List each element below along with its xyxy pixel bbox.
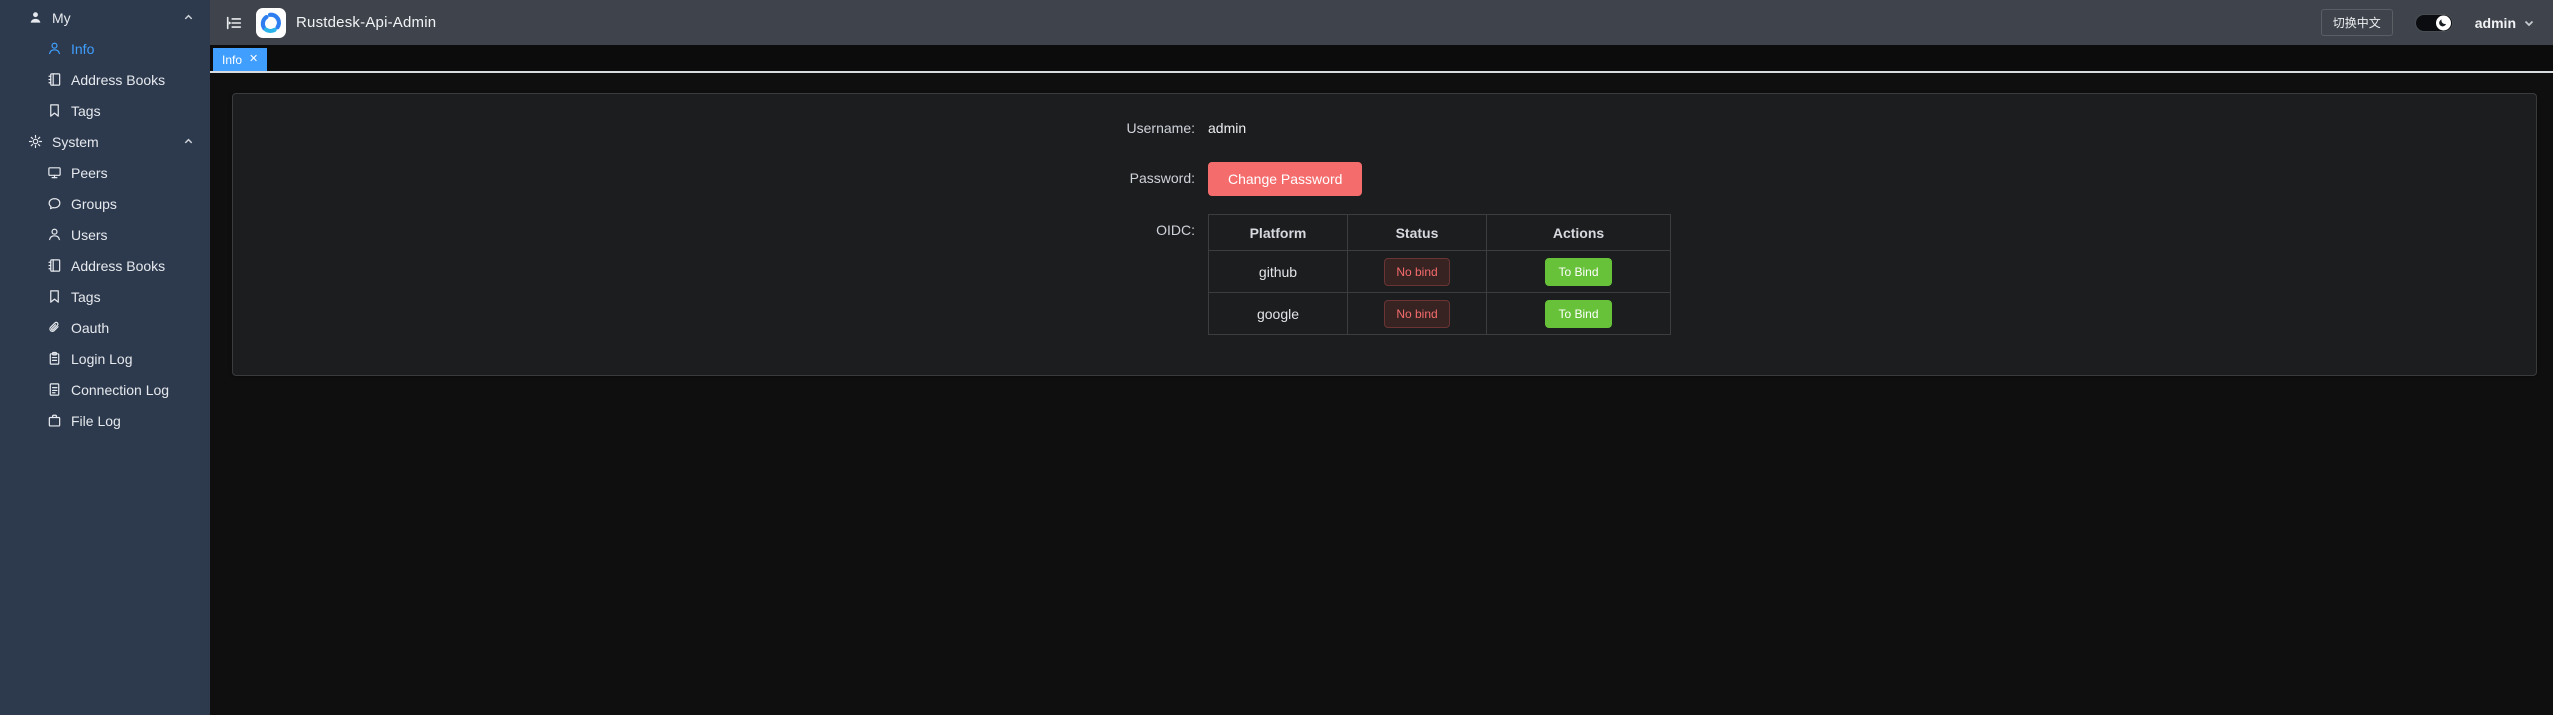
change-password-button[interactable]: Change Password	[1208, 162, 1362, 196]
app-title: Rustdesk-Api-Admin	[296, 14, 436, 31]
sidebar-item-oauth[interactable]: Oauth	[0, 312, 210, 343]
notebook-icon	[47, 72, 62, 87]
oidc-row: OIDC: Platform Status Actions gi	[1098, 214, 1671, 335]
sidebar-section-my[interactable]: My	[0, 2, 210, 33]
sidebar-item-info[interactable]: Info	[0, 33, 210, 64]
sidebar-item-label: Oauth	[71, 320, 109, 336]
sidebar-section-label: System	[52, 134, 99, 150]
sidebar-section-system[interactable]: System	[0, 126, 210, 157]
moon-icon	[2436, 15, 2451, 30]
document-icon	[47, 382, 62, 397]
rustdesk-logo	[256, 8, 286, 38]
password-label: Password:	[1098, 162, 1208, 196]
user-info-form: Username: admin Password: Change Passwor…	[1098, 112, 1671, 335]
sidebar-item-label: Tags	[71, 289, 101, 305]
password-row: Password: Change Password	[1098, 162, 1671, 196]
username-row: Username: admin	[1098, 112, 1671, 144]
oidc-table: Platform Status Actions github No bind	[1208, 214, 1671, 335]
actions-cell: To Bind	[1487, 293, 1671, 335]
sidebar-item-peers[interactable]: Peers	[0, 157, 210, 188]
oidc-table-header-row: Platform Status Actions	[1209, 215, 1671, 251]
username-value: admin	[1208, 120, 1246, 136]
sidebar-item-label: Groups	[71, 196, 117, 212]
actions-cell: To Bind	[1487, 251, 1671, 293]
top-header: Rustdesk-Api-Admin 切换中文 admin	[210, 0, 2553, 45]
user-icon	[47, 41, 62, 56]
sidebar-item-tags-my[interactable]: Tags	[0, 95, 210, 126]
user-dropdown[interactable]: admin	[2475, 15, 2535, 31]
sidebar-item-login-log[interactable]: Login Log	[0, 343, 210, 374]
user-filled-icon	[28, 10, 43, 25]
to-bind-button[interactable]: To Bind	[1545, 258, 1611, 286]
sidebar-menu: My Info Address Books Tags	[0, 0, 210, 436]
chevron-down-icon	[2523, 17, 2535, 29]
sidebar-item-connection-log[interactable]: Connection Log	[0, 374, 210, 405]
username-label: Username:	[1098, 112, 1208, 144]
sidebar-item-users[interactable]: Users	[0, 219, 210, 250]
tab-label: Info	[222, 53, 242, 67]
bookmark-icon	[47, 289, 62, 304]
column-header-status: Status	[1348, 215, 1487, 251]
chevron-up-icon	[183, 136, 194, 147]
sidebar-item-label: Address Books	[71, 72, 165, 88]
header-right-controls: 切换中文 admin	[2321, 9, 2535, 36]
main-content: Username: admin Password: Change Passwor…	[210, 73, 2553, 376]
platform-cell: google	[1209, 293, 1348, 335]
sidebar-item-label: Login Log	[71, 351, 133, 367]
sidebar-item-label: Connection Log	[71, 382, 169, 398]
no-bind-badge: No bind	[1384, 258, 1449, 286]
status-cell: No bind	[1348, 293, 1487, 335]
box-icon	[47, 413, 62, 428]
oidc-label: OIDC:	[1098, 214, 1208, 335]
tab-info[interactable]: Info ✕	[213, 48, 267, 71]
sidebar-item-address-books-my[interactable]: Address Books	[0, 64, 210, 95]
sidebar-item-label: Tags	[71, 103, 101, 119]
gear-icon	[28, 134, 43, 149]
status-cell: No bind	[1348, 251, 1487, 293]
table-row-google: google No bind To Bind	[1209, 293, 1671, 335]
sidebar-item-label: Peers	[71, 165, 108, 181]
sidebar-item-label: Users	[71, 227, 108, 243]
bookmark-icon	[47, 103, 62, 118]
theme-toggle[interactable]	[2415, 14, 2453, 32]
paperclip-icon	[47, 320, 62, 335]
column-header-actions: Actions	[1487, 215, 1671, 251]
clipboard-icon	[47, 351, 62, 366]
column-header-platform: Platform	[1209, 215, 1348, 251]
sidebar-item-groups[interactable]: Groups	[0, 188, 210, 219]
chevron-up-icon	[183, 12, 194, 23]
user-name: admin	[2475, 15, 2516, 31]
tabs-bar: Info ✕	[210, 45, 2553, 73]
sidebar: My Info Address Books Tags	[0, 0, 210, 715]
sidebar-item-label: File Log	[71, 413, 121, 429]
sidebar-item-label: Address Books	[71, 258, 165, 274]
table-row-github: github No bind To Bind	[1209, 251, 1671, 293]
sidebar-item-tags-system[interactable]: Tags	[0, 281, 210, 312]
sidebar-section-label: My	[52, 10, 71, 26]
monitor-icon	[47, 165, 62, 180]
chat-icon	[47, 196, 62, 211]
sidebar-item-file-log[interactable]: File Log	[0, 405, 210, 436]
sidebar-fold-icon[interactable]	[223, 12, 245, 34]
sidebar-item-label: Info	[71, 41, 94, 57]
no-bind-badge: No bind	[1384, 300, 1449, 328]
tab-close-icon[interactable]: ✕	[249, 54, 258, 65]
info-panel: Username: admin Password: Change Passwor…	[232, 93, 2537, 376]
user-icon	[47, 227, 62, 242]
notebook-icon	[47, 258, 62, 273]
switch-language-button[interactable]: 切换中文	[2321, 9, 2393, 36]
platform-cell: github	[1209, 251, 1348, 293]
to-bind-button[interactable]: To Bind	[1545, 300, 1611, 328]
sidebar-item-address-books-system[interactable]: Address Books	[0, 250, 210, 281]
